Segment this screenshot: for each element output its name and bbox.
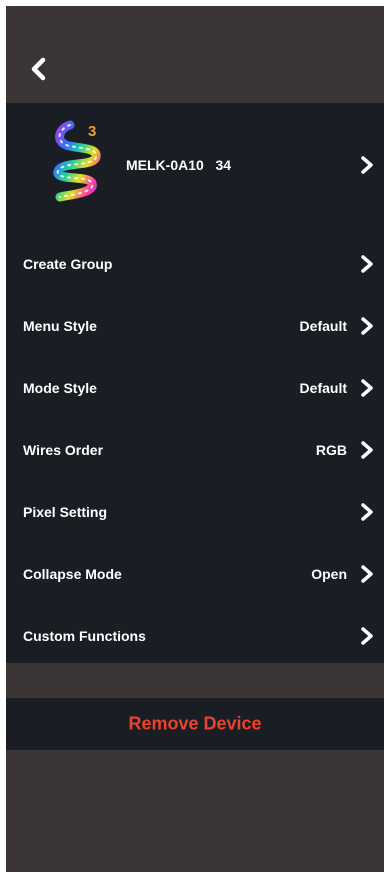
setting-label: Create Group [23,256,113,272]
back-button[interactable] [24,54,54,84]
setting-row-create-group[interactable]: Create Group [6,233,384,295]
setting-row-collapse-mode[interactable]: Collapse Mode Open [6,543,384,605]
chevron-right-icon [361,379,373,397]
chevron-right-icon [361,317,373,335]
chevron-right-icon [361,441,373,459]
setting-row-menu-style[interactable]: Menu Style Default [6,295,384,357]
screen: 3 MELK-0A10 34 Create Group Menu Style D… [6,6,384,872]
remove-device-button[interactable]: Remove Device [6,698,384,750]
setting-value: Open [311,566,347,582]
device-row[interactable]: 3 MELK-0A10 34 [6,103,384,227]
setting-label: Pixel Setting [23,504,108,520]
setting-value: Default [299,380,347,396]
chevron-right-icon [361,503,373,521]
device-name: MELK-0A10 34 [126,157,232,173]
chevron-right-icon [361,156,373,174]
device-badge-number: 3 [88,123,97,140]
setting-label: Custom Functions [23,628,146,644]
setting-row-pixel-setting[interactable]: Pixel Setting [6,481,384,543]
chevron-right-icon [361,627,373,645]
setting-label: Mode Style [23,380,97,396]
light-strip-logo-icon [53,120,101,202]
setting-row-mode-style[interactable]: Mode Style Default [6,357,384,419]
setting-row-custom-functions[interactable]: Custom Functions [6,605,384,667]
setting-label: Wires Order [23,442,104,458]
setting-label: Menu Style [23,318,97,334]
chevron-right-icon [361,255,373,273]
setting-row-wires-order[interactable]: Wires Order RGB [6,419,384,481]
top-bar [6,6,384,103]
chevron-left-icon [31,57,46,81]
setting-label: Collapse Mode [23,566,122,582]
setting-value: RGB [315,442,347,458]
chevron-right-icon [361,565,373,583]
remove-device-label: Remove Device [128,713,262,734]
setting-value: Default [299,318,347,334]
settings-panel: 3 MELK-0A10 34 Create Group Menu Style D… [6,103,384,663]
